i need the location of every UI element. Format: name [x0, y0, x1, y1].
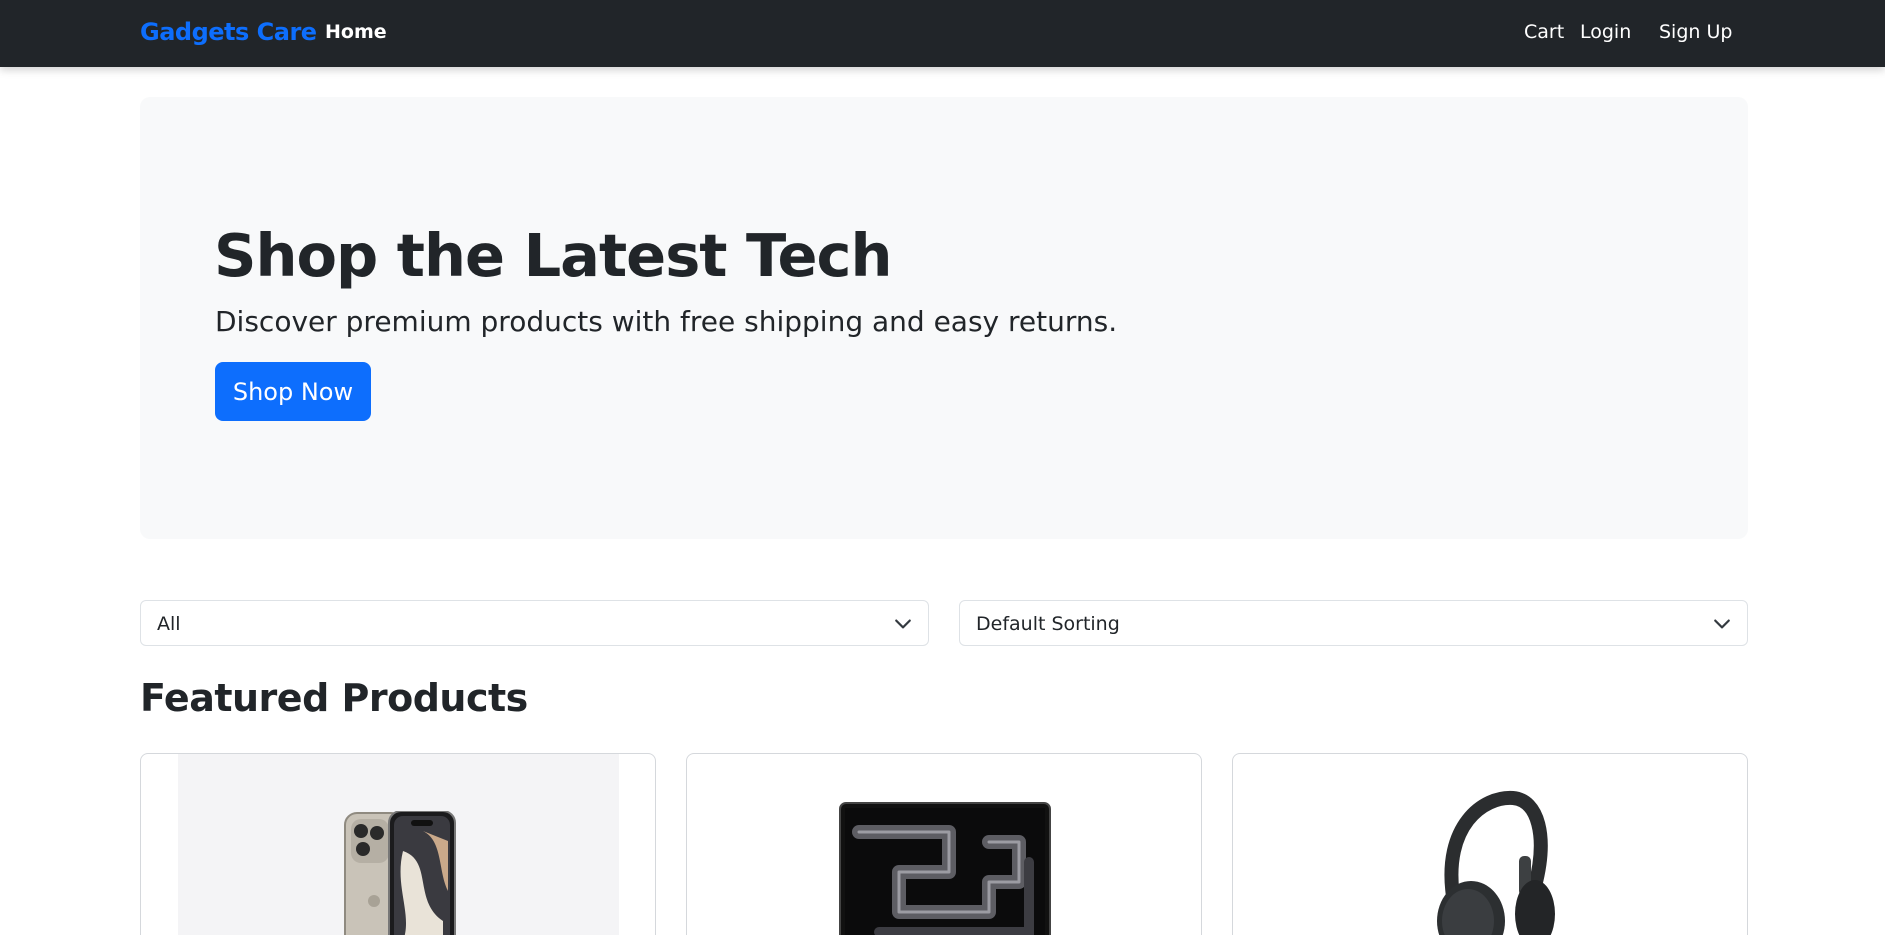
hero-banner: Shop the Latest Tech Discover premium pr…	[140, 97, 1748, 539]
brand-logo[interactable]: Gadgets Care	[140, 18, 317, 46]
smartphone-image	[344, 811, 456, 935]
hero-title: Shop the Latest Tech	[214, 221, 892, 290]
shop-now-button[interactable]: Shop Now	[215, 362, 371, 421]
hero-subtitle: Discover premium products with free ship…	[215, 305, 1118, 338]
headphones-image	[1437, 790, 1555, 935]
product-card[interactable]	[140, 753, 656, 935]
chevron-down-icon	[895, 619, 911, 629]
category-select[interactable]: All	[140, 600, 929, 646]
nav-cart-link[interactable]: Cart	[1524, 21, 1564, 43]
sort-select-value: Default Sorting	[976, 613, 1120, 635]
navbar: Gadgets Care Home Cart Login Sign Up	[0, 0, 1885, 67]
nav-home-link[interactable]: Home	[325, 21, 387, 43]
product-card[interactable]	[686, 753, 1202, 935]
nav-signup-link[interactable]: Sign Up	[1659, 21, 1732, 43]
featured-products-title: Featured Products	[140, 676, 528, 720]
nav-login-link[interactable]: Login	[1580, 21, 1631, 43]
sort-select[interactable]: Default Sorting	[959, 600, 1748, 646]
laptop-image	[839, 802, 1051, 935]
chevron-down-icon	[1714, 619, 1730, 629]
category-select-value: All	[157, 613, 181, 635]
product-card[interactable]	[1232, 753, 1748, 935]
